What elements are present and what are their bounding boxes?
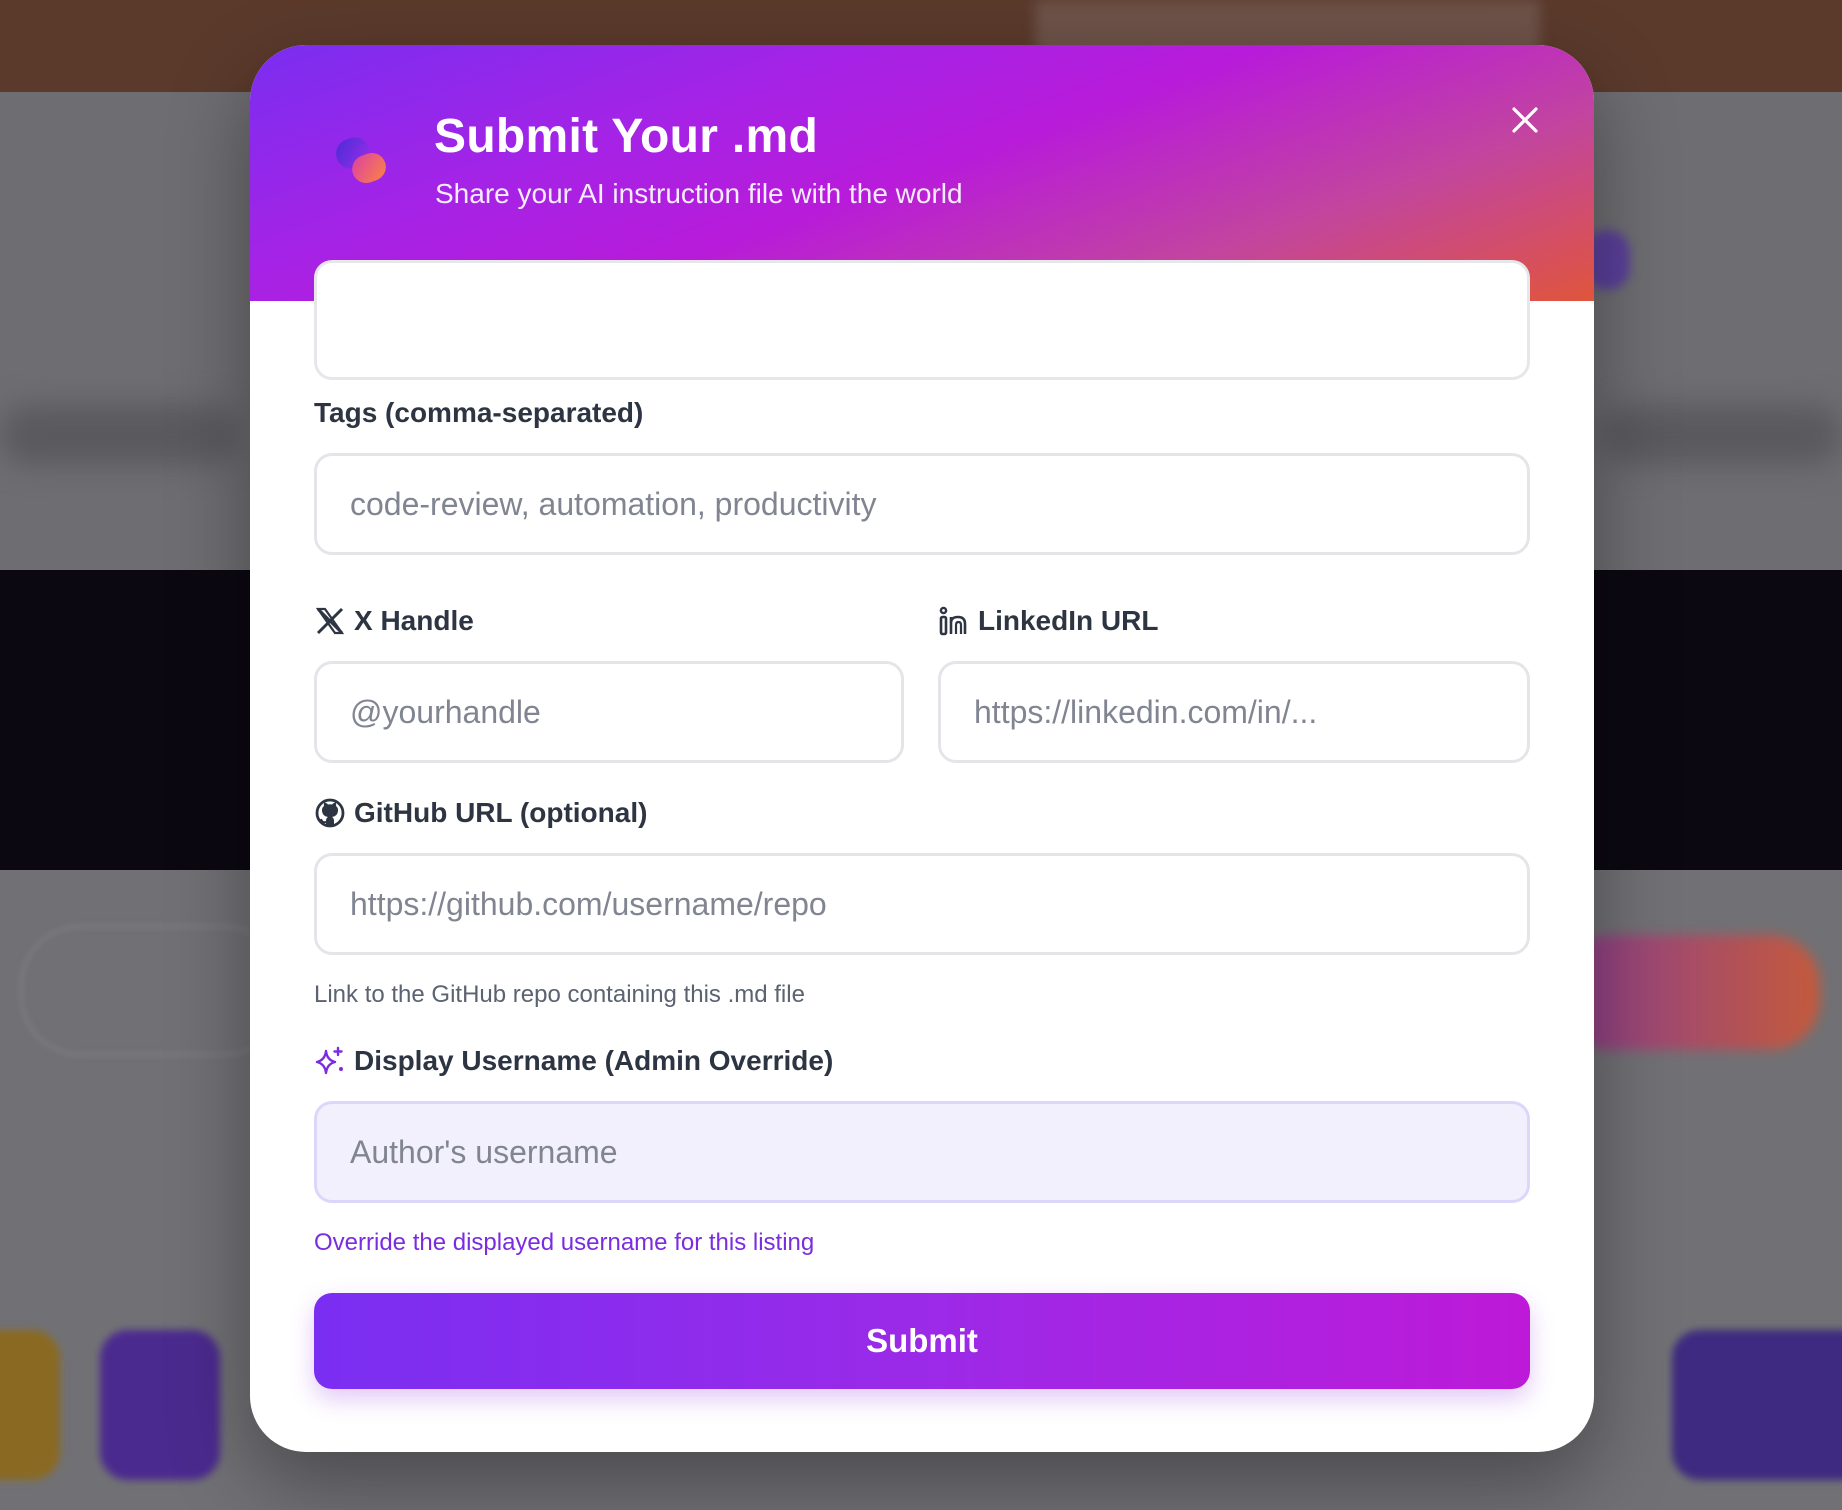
submit-modal: Submit Your .md Share your AI instructio… [250,45,1594,1452]
display-username-label: Display Username (Admin Override) [314,1045,833,1077]
sparkles-icon [314,1045,346,1077]
display-username-help-text: Override the displayed username for this… [314,1229,815,1256]
background-search-card [20,925,286,1056]
linkedin-input[interactable] [938,661,1530,763]
linkedin-label: LinkedIn URL [938,605,1158,637]
display-username-input[interactable] [314,1101,1530,1203]
tags-input[interactable] [314,453,1530,555]
github-url-input[interactable] [314,853,1530,955]
background-tile [100,1330,220,1480]
background-tile [0,1330,60,1480]
background-cta-pill [1560,935,1820,1050]
background-tile [1672,1330,1842,1480]
header-overlay [250,45,1594,301]
x-logo-icon [314,605,346,637]
background-text-blur [0,405,240,465]
background-text-blur [1600,405,1842,465]
x-handle-input[interactable] [314,661,904,763]
submit-button[interactable]: Submit [314,1293,1530,1389]
linkedin-icon [938,605,970,637]
github-icon [314,797,346,829]
github-label: GitHub URL (optional) [314,797,647,829]
tags-label: Tags (comma-separated) [314,397,644,428]
github-help-text: Link to the GitHub repo containing this … [314,981,805,1008]
x-handle-label: X Handle [314,605,474,637]
